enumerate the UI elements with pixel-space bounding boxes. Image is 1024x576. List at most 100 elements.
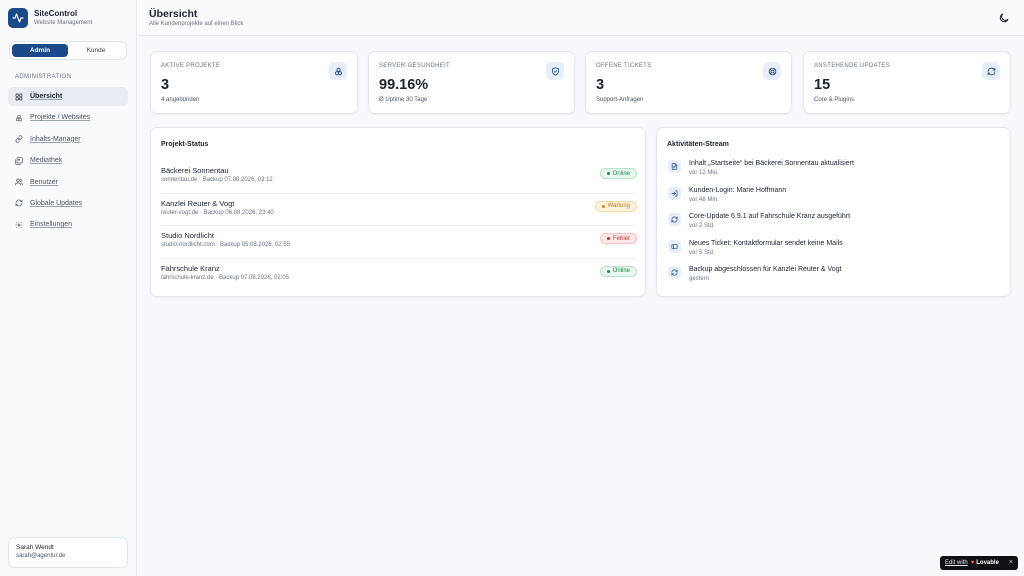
sidebar-item-label: Einstellungen: [30, 221, 73, 229]
activity-time: vor 5 Std.: [689, 249, 715, 256]
theme-toggle-button[interactable]: [998, 11, 1010, 23]
refresh-icon: [668, 266, 681, 280]
stat-label: OFFENE TICKETS: [596, 63, 652, 69]
activity-stream-panel: Aktivitäten-Stream Inhalt „Startseite“ b…: [656, 127, 1011, 297]
refresh-icon: [668, 213, 681, 227]
project-row[interactable]: Fahrschule Kranz fahrschule-kranz.de · B…: [161, 259, 637, 292]
activity-item[interactable]: Backup abgeschlossen für Kanzlei Reuter …: [667, 264, 997, 291]
images-icon: [15, 157, 23, 165]
sidebar-item-label: Benutzer: [30, 178, 59, 186]
ticket-icon: [668, 239, 681, 253]
role-admin-button[interactable]: Admin: [12, 44, 68, 57]
sidebar-item-content-manager[interactable]: Inhalts-Manager: [8, 130, 128, 149]
activity-time: vor 12 Min.: [689, 170, 719, 176]
panel-title: Aktivitäten-Stream: [667, 141, 729, 148]
stat-label: ANSTEHENDE UPDATES: [814, 63, 890, 69]
status-badge: Online: [599, 265, 637, 277]
sidebar: SiteControl Website Management Admin Kun…: [0, 0, 137, 576]
sidebar-item-media[interactable]: Mediathek: [8, 151, 128, 170]
user-card[interactable]: Sarah Wendt sarah@agentur.de: [8, 537, 128, 568]
brand[interactable]: SiteControl Website Management: [8, 8, 92, 28]
panel-title: Projekt-Status: [161, 141, 209, 148]
activity-text: Kunden-Login: Marie Hoffmann: [689, 186, 787, 194]
app-name: SiteControl: [34, 9, 78, 18]
app-subtitle: Website Management: [34, 20, 93, 26]
sidebar-item-label: Globale Updates: [30, 199, 83, 207]
stat-subtext: Support-Anfragen: [596, 97, 644, 103]
users-icon: [15, 178, 23, 186]
file-icon: [668, 160, 681, 173]
link-icon: [15, 135, 23, 143]
status-dot: [606, 172, 610, 175]
sidebar-item-label: Übersicht: [30, 93, 63, 100]
login-icon: [668, 186, 681, 200]
project-name: Bäckerei Sonnentau: [161, 166, 229, 175]
sidebar-item-label: Inhalts-Manager: [30, 135, 81, 143]
sidebar-item-settings[interactable]: Einstellungen: [8, 215, 128, 234]
activity-time: gestern: [689, 276, 710, 283]
sidebar-item-overview[interactable]: Übersicht: [8, 87, 128, 106]
activity-list: Inhalt „Startseite“ bei Bäckerei Sonnent…: [667, 158, 997, 291]
project-row[interactable]: Bäckerei Sonnentau sonnentau.de · Backup…: [161, 161, 637, 194]
activity-text: Neues Ticket: Kontaktformular sendet kei…: [689, 239, 843, 247]
activity-text: Core-Update 6.9.1 auf Fahrschule Kranz a…: [689, 213, 851, 221]
stat-subtext: Core & Plugins: [814, 97, 855, 103]
project-meta: reuter-vogt.de · Backup 06.08.2026, 23:4…: [161, 209, 274, 216]
moon-icon: [999, 13, 1009, 23]
sidebar-item-label: Mediathek: [30, 157, 63, 165]
status-badge: Fehler: [599, 233, 637, 244]
stat-label: SERVER-GESUNDHEIT: [379, 63, 451, 69]
stat-card-server-health: SERVER-GESUNDHEIT 99.16% Ø Uptime 30 Tag…: [368, 51, 575, 114]
shield-icon: [546, 62, 564, 80]
edit-with-link[interactable]: Edit with: [945, 560, 968, 566]
gear-icon: [15, 221, 23, 229]
boxes-icon: [16, 114, 22, 122]
activity-text: Inhalt „Startseite“ bei Bäckerei Sonnent…: [689, 160, 854, 167]
stat-value: 3: [596, 77, 605, 93]
sidebar-item-global-updates[interactable]: Globale Updates: [8, 194, 128, 213]
stat-card-pending-updates: ANSTEHENDE UPDATES 15 Core & Plugins: [803, 51, 1011, 114]
stat-card-open-tickets: OFFENE TICKETS 3 Support-Anfragen: [585, 51, 792, 114]
activity-time: vor 48 Min.: [689, 196, 719, 203]
stat-label: AKTIVE PROJEKTE: [161, 63, 221, 69]
sidebar-item-label: Projekte / Websites: [30, 114, 91, 122]
page-header: Übersicht Alle Kundenprojekte auf einen …: [138, 0, 1024, 36]
project-row[interactable]: Kanzlei Reuter & Vogt reuter-vogt.de · B…: [161, 194, 637, 226]
activity-item[interactable]: Neues Ticket: Kontaktformular sendet kei…: [667, 238, 997, 265]
pulse-logo-icon: [8, 8, 28, 28]
project-name: Kanzlei Reuter & Vogt: [161, 198, 235, 208]
stat-value: 15: [814, 77, 831, 93]
status-dot: [601, 204, 605, 208]
sidebar-item-users[interactable]: Benutzer: [8, 173, 128, 192]
status-dot: [606, 269, 610, 273]
page-title: Übersicht: [149, 8, 198, 20]
close-icon[interactable]: ×: [1009, 559, 1013, 566]
role-customer-button[interactable]: Kunde: [68, 44, 124, 57]
stat-value: 3: [161, 77, 170, 93]
stat-subtext: Ø Uptime 30 Tage: [379, 97, 428, 103]
sidebar-item-projects[interactable]: Projekte / Websites: [8, 108, 128, 127]
stat-value: 99.16%: [379, 77, 429, 93]
stat-card-active-projects: AKTIVE PROJEKTE 3 4 angebunden: [150, 51, 358, 114]
activity-text: Backup abgeschlossen für Kanzlei Reuter …: [689, 266, 842, 274]
edit-with-lovable-badge[interactable]: Edit with ♥ Lovable ×: [940, 556, 1018, 570]
heart-icon: ♥: [970, 560, 975, 566]
project-name: Fahrschule Kranz: [161, 263, 220, 273]
activity-item[interactable]: Kunden-Login: Marie Hoffmann vor 48 Min.: [667, 185, 997, 212]
boxes-icon: [329, 62, 347, 80]
activity-item[interactable]: Core-Update 6.9.1 auf Fahrschule Kranz a…: [667, 211, 997, 238]
status-badge: Online: [599, 168, 637, 179]
activity-time: vor 2 Std.: [689, 223, 715, 230]
lifebuoy-icon: [763, 62, 781, 80]
refresh-icon: [982, 62, 1000, 80]
project-meta: fahrschule-kranz.de · Backup 07.08.2026,…: [161, 274, 290, 281]
activity-item[interactable]: Inhalt „Startseite“ bei Bäckerei Sonnent…: [667, 158, 997, 185]
project-list: Bäckerei Sonnentau sonnentau.de · Backup…: [161, 161, 637, 291]
status-badge: Wartung: [594, 200, 637, 212]
stat-subtext: 4 angebunden: [161, 97, 200, 103]
project-name: Studio Nordlicht: [161, 231, 214, 240]
project-meta: sonnentau.de · Backup 07.08.2026, 03:12: [161, 177, 273, 183]
refresh-icon: [15, 200, 23, 207]
project-row[interactable]: Studio Nordlicht studio-nordlicht.com · …: [161, 226, 637, 259]
user-name: Sarah Wendt: [16, 544, 54, 551]
